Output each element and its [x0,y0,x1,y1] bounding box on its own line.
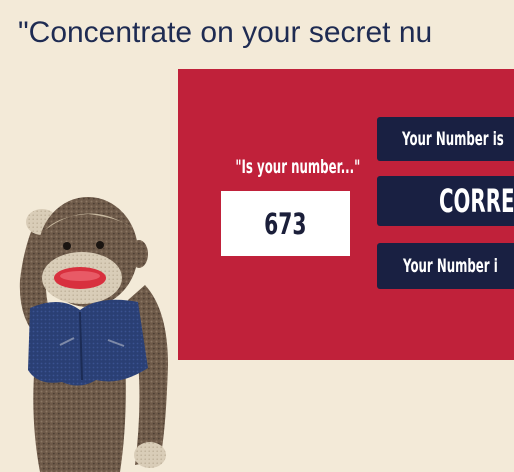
number-is-lower-label: Your Number i [403,255,498,277]
guess-display: 673 [221,191,350,256]
number-is-higher-label: Your Number is [402,128,504,150]
correct-button[interactable]: CORRE [377,176,514,226]
number-is-higher-button[interactable]: Your Number is [377,117,514,161]
number-is-lower-button[interactable]: Your Number i [377,243,514,289]
guess-question: "Is your number..." [235,156,361,178]
guess-number: 673 [264,206,307,241]
sock-monkey-icon [19,197,168,472]
guess-panel: "Is your number..." 673 Your Number is C… [178,69,514,360]
prompt-heading: "Concentrate on your secret nu [18,16,433,49]
correct-label: CORRE [439,182,514,220]
